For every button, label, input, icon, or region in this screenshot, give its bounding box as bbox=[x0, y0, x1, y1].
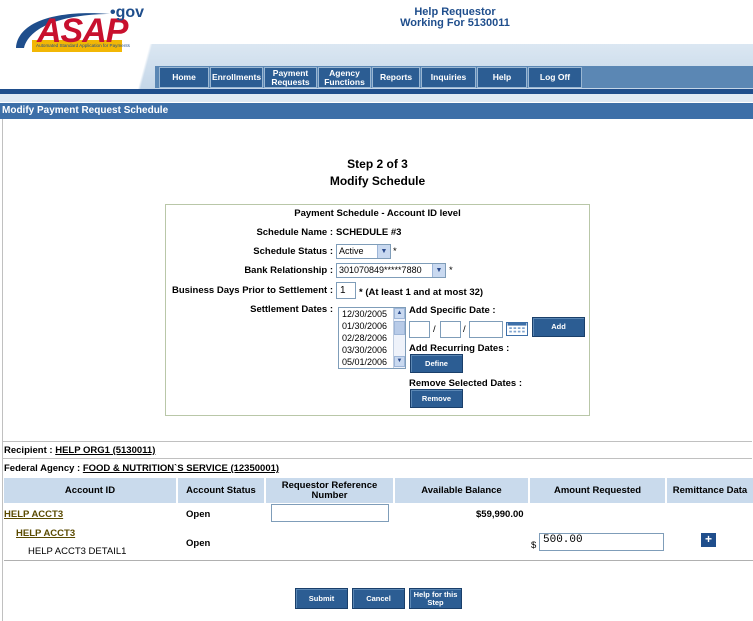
column-header: Amount Requested bbox=[530, 478, 666, 503]
reference-number-input[interactable] bbox=[271, 504, 389, 522]
agency-row: Federal Agency : FOOD & NUTRITION`S SERV… bbox=[2, 460, 752, 477]
recipient-link[interactable]: HELP ORG1 (5130011) bbox=[55, 445, 155, 456]
add-date-button[interactable]: Add bbox=[532, 317, 585, 337]
date-separator: / bbox=[433, 324, 436, 335]
calendar-icon[interactable] bbox=[506, 322, 528, 336]
step-indicator: Step 2 of 3 bbox=[347, 157, 408, 171]
nav-agency-functions[interactable]: Agency Functions bbox=[318, 67, 371, 88]
date-separator: / bbox=[463, 324, 466, 335]
currency-symbol: $ bbox=[531, 540, 537, 551]
account-status: Open bbox=[186, 538, 211, 549]
submit-button[interactable]: Submit bbox=[295, 588, 348, 609]
scroll-thumb[interactable] bbox=[394, 321, 405, 335]
bank-relationship-select[interactable]: 301070849*****7880 ▼ bbox=[336, 263, 446, 278]
nav-enrollments[interactable]: Enrollments bbox=[210, 67, 263, 88]
scroll-up-icon[interactable]: ▲ bbox=[394, 308, 405, 319]
settlement-dates-label: Settlement Dates : bbox=[250, 304, 333, 315]
required-marker: * bbox=[393, 246, 397, 257]
chevron-down-icon[interactable]: ▼ bbox=[377, 245, 390, 258]
remove-dates-label: Remove Selected Dates : bbox=[409, 378, 522, 389]
column-header: Remittance Data bbox=[667, 478, 753, 503]
business-days-hint: * (At least 1 and at most 32) bbox=[359, 287, 484, 298]
column-header: Account Status bbox=[178, 478, 265, 503]
add-remittance-button[interactable]: + bbox=[701, 533, 716, 547]
year-input[interactable] bbox=[469, 321, 503, 338]
nav-help[interactable]: Help bbox=[477, 67, 527, 88]
available-balance: $59,990.00 bbox=[476, 509, 524, 520]
define-button[interactable]: Define bbox=[410, 354, 463, 373]
schedule-name-value: SCHEDULE #3 bbox=[336, 227, 402, 238]
account-status: Open bbox=[186, 509, 211, 520]
schedule-heading: Payment Schedule - Account ID level bbox=[294, 208, 461, 219]
month-input[interactable] bbox=[409, 321, 430, 338]
scroll-down-icon[interactable]: ▼ bbox=[394, 356, 405, 367]
schedule-status-value: Active bbox=[339, 246, 364, 256]
bank-relationship-value: 301070849*****7880 bbox=[339, 265, 422, 275]
amount-requested-input[interactable]: 500.00 bbox=[539, 533, 664, 551]
account-link[interactable]: HELP ACCT3 bbox=[4, 509, 63, 520]
logo-suffix: •gov bbox=[110, 4, 145, 21]
required-marker: * bbox=[449, 265, 453, 276]
column-header: Account ID bbox=[4, 478, 177, 503]
settlement-dates-list[interactable]: 12/30/2005 01/30/2006 02/28/2006 03/30/2… bbox=[338, 307, 406, 369]
schedule-status-select[interactable]: Active ▼ bbox=[336, 244, 391, 259]
scrollbar[interactable]: ▲ ▼ bbox=[393, 308, 405, 368]
column-header: Available Balance bbox=[395, 478, 529, 503]
add-recurring-label: Add Recurring Dates : bbox=[409, 343, 510, 354]
nav-log-off[interactable]: Log Off bbox=[528, 67, 582, 88]
business-days-label: Business Days Prior to Settlement : bbox=[171, 285, 333, 296]
header-divider-light bbox=[0, 94, 753, 102]
sub-account-link[interactable]: HELP ACCT3 bbox=[16, 528, 75, 539]
accounts-table-header: Account ID Account Status Requestor Refe… bbox=[4, 478, 753, 503]
bank-relationship-label: Bank Relationship : bbox=[244, 265, 333, 276]
account-detail: HELP ACCT3 DETAIL1 bbox=[28, 546, 127, 557]
nav-inquiries[interactable]: Inquiries bbox=[421, 67, 476, 88]
nav-reports[interactable]: Reports bbox=[372, 67, 420, 88]
step-title: Modify Schedule bbox=[329, 174, 426, 188]
help-step-button[interactable]: Help for this Step bbox=[409, 588, 462, 609]
nav-payment-requests[interactable]: Payment Requests bbox=[264, 67, 317, 88]
add-specific-date-label: Add Specific Date : bbox=[409, 305, 496, 316]
nav-home[interactable]: Home bbox=[159, 67, 209, 88]
remove-button[interactable]: Remove bbox=[410, 389, 463, 408]
recipient-row: Recipient : HELP ORG1 (5130011) bbox=[2, 442, 752, 459]
recipient-label: Recipient : bbox=[4, 445, 53, 456]
table-bottom-rule bbox=[4, 560, 753, 561]
page-title: Modify Payment Request Schedule bbox=[0, 103, 753, 119]
agency-link[interactable]: FOOD & NUTRITION`S SERVICE (12350001) bbox=[83, 463, 279, 474]
schedule-status-label: Schedule Status : bbox=[253, 246, 333, 257]
logo-tagline: Automated Standard Application for Payme… bbox=[36, 43, 130, 48]
cancel-button[interactable]: Cancel bbox=[352, 588, 405, 609]
day-input[interactable] bbox=[440, 321, 461, 338]
agency-label: Federal Agency : bbox=[4, 463, 81, 474]
user-context: Working For 5130011 bbox=[400, 17, 510, 29]
column-header: Requestor Reference Number bbox=[266, 478, 394, 503]
left-border bbox=[2, 119, 3, 621]
chevron-down-icon[interactable]: ▼ bbox=[432, 264, 445, 277]
schedule-name-label: Schedule Name : bbox=[256, 227, 333, 238]
business-days-input[interactable]: 1 bbox=[336, 282, 356, 299]
